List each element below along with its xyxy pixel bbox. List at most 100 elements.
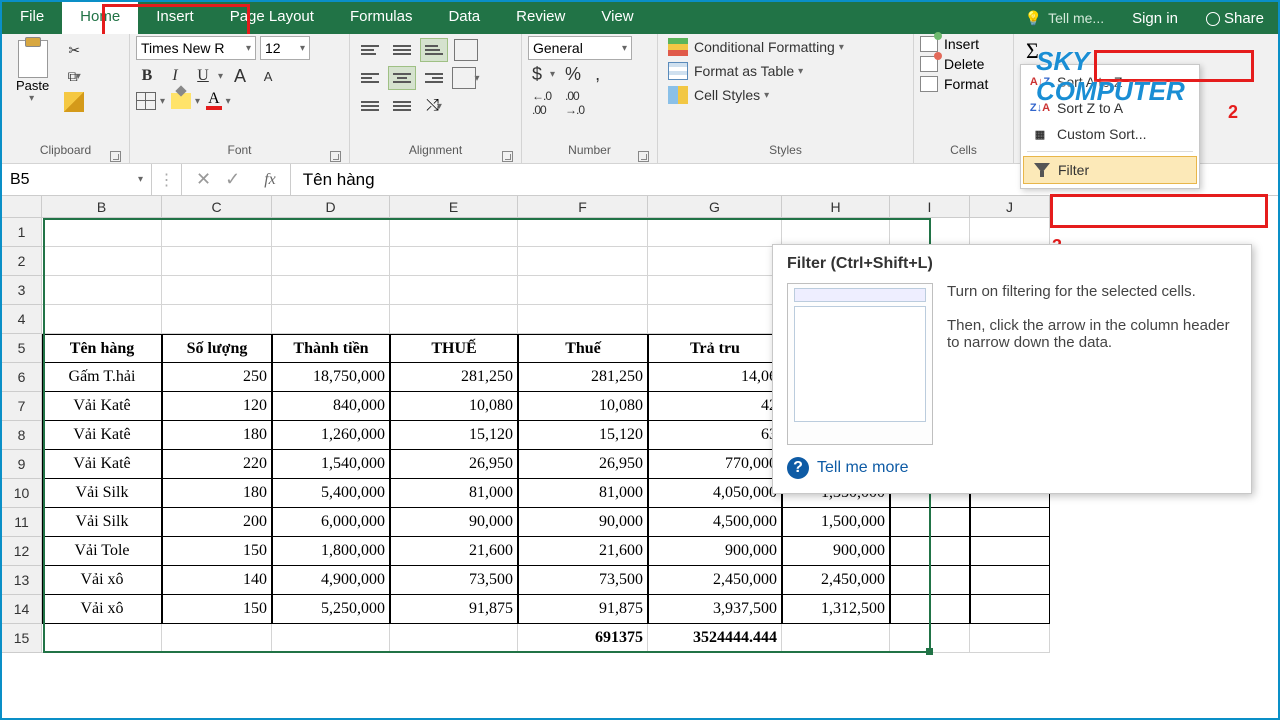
number-format-combo[interactable]: General▾: [528, 36, 632, 60]
cell[interactable]: [42, 305, 162, 334]
cell[interactable]: 900,000: [782, 537, 890, 566]
cell[interactable]: 840,000: [272, 392, 390, 421]
cell[interactable]: [890, 566, 970, 595]
row-header[interactable]: 5: [2, 334, 42, 363]
tell-me-more-link[interactable]: ?Tell me more: [787, 457, 1237, 479]
align-middle-button[interactable]: [388, 38, 416, 62]
cell[interactable]: Thuế: [518, 334, 648, 363]
cell[interactable]: 1,312,500: [782, 595, 890, 624]
increase-font-button[interactable]: A: [229, 64, 251, 88]
cell[interactable]: 3,937,500: [648, 595, 782, 624]
enter-entry-button[interactable]: ✓: [225, 169, 240, 190]
cell[interactable]: Vải Katê: [42, 421, 162, 450]
cell[interactable]: 2,450,000: [648, 566, 782, 595]
cancel-entry-button[interactable]: ✕: [196, 169, 211, 190]
underline-button[interactable]: U: [192, 64, 214, 88]
cell[interactable]: [390, 305, 518, 334]
format-as-table-button[interactable]: Format as Table▾: [664, 60, 907, 82]
decrease-decimal-button[interactable]: .00→.0: [561, 89, 588, 117]
comma-style-button[interactable]: ,: [591, 64, 604, 85]
cell[interactable]: [782, 624, 890, 653]
cell[interactable]: 73,500: [390, 566, 518, 595]
row-header[interactable]: 2: [2, 247, 42, 276]
increase-decimal-button[interactable]: ←.0.00: [528, 89, 555, 117]
cell[interactable]: 691375: [518, 624, 648, 653]
cell[interactable]: Vải xô: [42, 595, 162, 624]
cell[interactable]: 15,120: [390, 421, 518, 450]
cell[interactable]: Tên hàng: [42, 334, 162, 363]
cell[interactable]: Thành tiền: [272, 334, 390, 363]
align-top-button[interactable]: [356, 38, 384, 62]
number-launcher[interactable]: [638, 151, 649, 162]
share-button[interactable]: Share: [1192, 4, 1278, 33]
cell[interactable]: [42, 624, 162, 653]
column-header-G[interactable]: G: [648, 196, 782, 218]
cell[interactable]: 10,080: [518, 392, 648, 421]
row-header[interactable]: 14: [2, 595, 42, 624]
cell[interactable]: [390, 218, 518, 247]
borders-button[interactable]: [136, 92, 156, 110]
row-header[interactable]: 15: [2, 624, 42, 653]
cell[interactable]: [162, 218, 272, 247]
format-painter-button[interactable]: [61, 92, 87, 112]
cell[interactable]: 21,600: [390, 537, 518, 566]
font-size-combo[interactable]: 12▾: [260, 36, 310, 60]
row-header[interactable]: 11: [2, 508, 42, 537]
cell[interactable]: [970, 566, 1050, 595]
cell-styles-button[interactable]: Cell Styles▾: [664, 84, 907, 106]
cell[interactable]: Vải Katê: [42, 392, 162, 421]
cell[interactable]: 200: [162, 508, 272, 537]
cell[interactable]: Trả tru: [648, 334, 782, 363]
tab-review[interactable]: Review: [498, 2, 583, 34]
cell[interactable]: Vải xô: [42, 566, 162, 595]
cell[interactable]: 4,500,000: [648, 508, 782, 537]
align-bottom-button[interactable]: [420, 38, 448, 62]
cell[interactable]: 1,540,000: [272, 450, 390, 479]
cell[interactable]: 26,950: [390, 450, 518, 479]
row-header[interactable]: 13: [2, 566, 42, 595]
row-header[interactable]: 9: [2, 450, 42, 479]
cell[interactable]: Số lượng: [162, 334, 272, 363]
cut-button[interactable]: ✂: [61, 40, 87, 60]
select-all-corner[interactable]: [2, 196, 42, 218]
cell[interactable]: [272, 218, 390, 247]
cell[interactable]: [162, 276, 272, 305]
tab-home[interactable]: Home: [62, 2, 138, 34]
cell[interactable]: Vải Silk: [42, 508, 162, 537]
tab-data[interactable]: Data: [430, 2, 498, 34]
cell[interactable]: [890, 537, 970, 566]
column-header-E[interactable]: E: [390, 196, 518, 218]
align-center-button[interactable]: [388, 66, 416, 90]
cell[interactable]: [970, 218, 1050, 247]
cell[interactable]: Vải Tole: [42, 537, 162, 566]
cell[interactable]: [970, 537, 1050, 566]
cell[interactable]: [782, 218, 890, 247]
percent-format-button[interactable]: %: [561, 64, 585, 85]
cell[interactable]: [390, 247, 518, 276]
merge-center-button[interactable]: ▾: [452, 66, 480, 90]
cell[interactable]: [648, 218, 782, 247]
format-cells-button[interactable]: Format: [920, 76, 1007, 92]
cell[interactable]: [390, 624, 518, 653]
cell[interactable]: [42, 218, 162, 247]
cell[interactable]: Gấm T.hải: [42, 363, 162, 392]
cell[interactable]: [890, 218, 970, 247]
cell[interactable]: [970, 624, 1050, 653]
cell[interactable]: [518, 305, 648, 334]
cell[interactable]: 220: [162, 450, 272, 479]
column-header-C[interactable]: C: [162, 196, 272, 218]
row-header[interactable]: 6: [2, 363, 42, 392]
cell[interactable]: [970, 508, 1050, 537]
tab-formulas[interactable]: Formulas: [332, 2, 431, 34]
bold-button[interactable]: B: [136, 64, 158, 88]
filter-item[interactable]: Filter: [1023, 156, 1197, 184]
cell[interactable]: THUẾ: [390, 334, 518, 363]
row-header[interactable]: 3: [2, 276, 42, 305]
tab-file[interactable]: File: [2, 2, 62, 34]
name-box[interactable]: B5▾: [2, 164, 152, 195]
cell[interactable]: 1,500,000: [782, 508, 890, 537]
cell[interactable]: 5,400,000: [272, 479, 390, 508]
cell[interactable]: [42, 247, 162, 276]
cell[interactable]: 90,000: [390, 508, 518, 537]
cell[interactable]: 26,950: [518, 450, 648, 479]
